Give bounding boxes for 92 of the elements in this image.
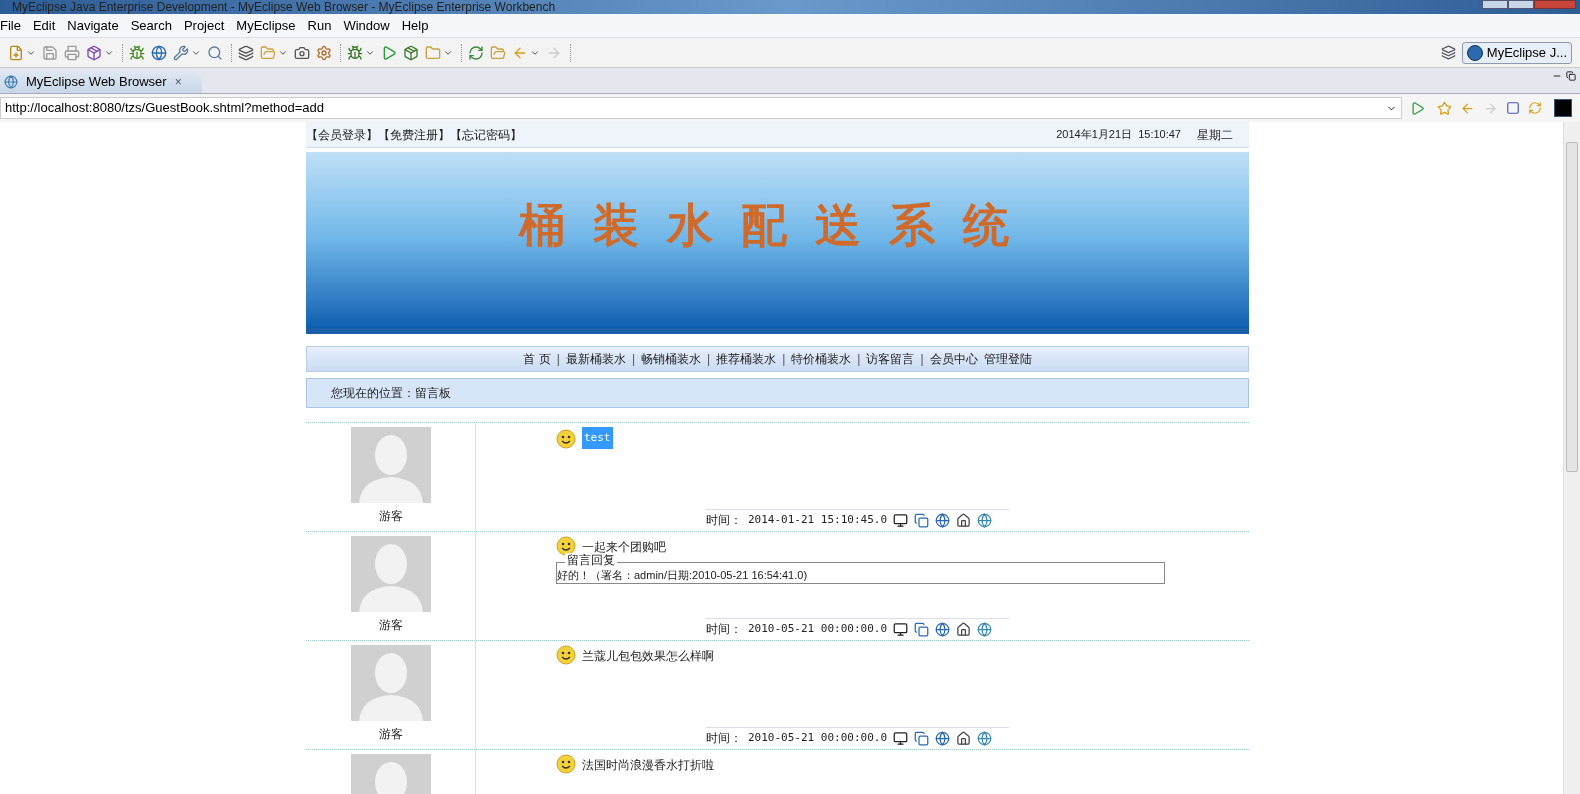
refresh-icon[interactable] (468, 44, 484, 61)
browser-icon[interactable] (935, 730, 951, 746)
menu-item[interactable]: MyEclipse (230, 15, 302, 36)
package-icon[interactable] (403, 44, 419, 61)
home-icon[interactable] (956, 512, 972, 528)
wrench-icon[interactable] (173, 44, 189, 61)
menu-item[interactable]: Navigate (61, 15, 125, 36)
nav-link[interactable]: 首 页 (523, 350, 551, 368)
nav-separator: | (556, 351, 560, 368)
author-name: 游客 (378, 617, 403, 634)
breadcrumb-text: 您现在的位置：留言板 (331, 385, 451, 402)
go-icon[interactable] (1410, 100, 1425, 116)
network-icon[interactable] (977, 512, 993, 528)
message-text: 法国时尚浪漫香水打折啦 (582, 757, 714, 774)
banner: 桶装水配送系统 (306, 152, 1249, 334)
smiley-icon (556, 429, 576, 449)
author-name: 游客 (378, 726, 403, 743)
folder-icon[interactable] (425, 44, 441, 61)
top-link[interactable]: 【会员登录】 (306, 125, 378, 144)
menu-item[interactable]: Run (301, 15, 338, 36)
date-time-text: 2014年1月21日 15:10:47 (1056, 127, 1181, 143)
network-icon[interactable] (977, 621, 993, 637)
layers-icon[interactable] (238, 44, 254, 61)
time-value: 2010-05-21 00:00:00.0 (748, 729, 888, 746)
package-icon[interactable] (86, 44, 102, 61)
minimize-icon[interactable] (1482, 0, 1508, 9)
nav-separator: | (857, 351, 861, 368)
close-tab-icon[interactable]: × (174, 73, 182, 91)
nav-link[interactable]: 管理登陆 (983, 350, 1032, 368)
time-label: 时间： (706, 621, 742, 638)
network-icon[interactable] (977, 730, 993, 746)
menu-item[interactable]: Help (395, 15, 435, 36)
refresh-icon[interactable] (1528, 101, 1542, 115)
play-icon[interactable] (381, 44, 397, 61)
home-icon[interactable] (956, 621, 972, 637)
nav-link[interactable]: 畅销桶装水 (641, 350, 702, 368)
time-value: 2010-05-21 00:00:00.0 (748, 620, 888, 637)
smiley-icon (556, 645, 576, 665)
message-text: 一起来个团购吧 (582, 539, 666, 554)
bug-icon[interactable] (347, 44, 363, 61)
restore-view-icon[interactable] (1566, 71, 1576, 81)
nav-link[interactable]: 特价桶装水 (791, 350, 852, 368)
menu-item[interactable]: Window (337, 15, 396, 36)
top-link[interactable]: 【免费注册】 (378, 125, 450, 144)
browser-icon[interactable] (935, 621, 951, 637)
folder-icon[interactable] (490, 44, 506, 61)
settings-icon[interactable] (316, 44, 332, 61)
menu-item[interactable]: File (0, 15, 27, 36)
time-label: 时间： (706, 730, 742, 747)
nav-separator: | (782, 351, 786, 368)
home-icon[interactable] (956, 730, 972, 746)
nav-separator: | (920, 351, 924, 368)
message-text: test (582, 427, 613, 449)
nav-link[interactable]: 推荐桶装水 (716, 350, 777, 368)
smiley-icon (556, 536, 576, 556)
scrollbar[interactable] (1563, 122, 1580, 794)
folder-icon[interactable] (260, 44, 276, 61)
nav-link[interactable]: 访客留言 (866, 350, 915, 368)
panel-icon (1554, 99, 1572, 117)
stop-icon[interactable] (1506, 101, 1520, 115)
browser-icon[interactable] (935, 512, 951, 528)
menu-item[interactable]: Search (124, 15, 178, 36)
save-icon[interactable] (42, 44, 58, 61)
author-name: 游客 (378, 508, 403, 525)
menu-item[interactable]: Project (177, 15, 231, 36)
search-icon[interactable] (207, 44, 223, 61)
menu-item[interactable]: Edit (26, 15, 62, 36)
url-field[interactable]: http://localhost:8080/tzs/GuestBook.shtml?method=add (0, 97, 1402, 119)
open-perspective-icon[interactable] (1440, 45, 1456, 60)
nav-link[interactable]: 最新桶装水 (565, 350, 626, 368)
bug-icon[interactable] (129, 44, 145, 61)
weekday-text: 星期二 (1197, 126, 1233, 144)
smiley-icon (556, 754, 576, 774)
reply-legend: 留言回复 (565, 553, 617, 567)
top-link[interactable]: 【忘记密码】 (450, 125, 522, 144)
star-icon[interactable] (1437, 100, 1452, 116)
time-value: 2014-01-21 15:10:45.0 (748, 511, 888, 528)
nav-separator: | (707, 351, 711, 368)
maximize-icon[interactable] (1508, 0, 1534, 9)
new-file-icon[interactable] (8, 44, 24, 61)
print-icon[interactable] (64, 44, 80, 61)
nav-link[interactable]: 会员中心 (929, 350, 978, 368)
globe-icon[interactable] (151, 44, 167, 61)
browser-tab[interactable]: MyEclipse Web Browser × (0, 71, 202, 93)
reply-text: 好的！（署名：admin/日期:2010-05-21 16:54:41.0) (557, 567, 808, 583)
message-text: 兰蔻儿包包效果怎么样啊 (582, 648, 714, 665)
globe-icon (4, 75, 18, 89)
window-title: MyEclipse Java Enterprise Development - MyEclipse Web Browser - MyEclipse Enterprise Workbench (11, 0, 556, 14)
nav-separator: | (631, 351, 636, 368)
time-label: 时间： (706, 512, 742, 529)
perspective-button[interactable]: MyEclipse J... (1461, 41, 1572, 64)
camera-icon[interactable] (294, 44, 310, 61)
